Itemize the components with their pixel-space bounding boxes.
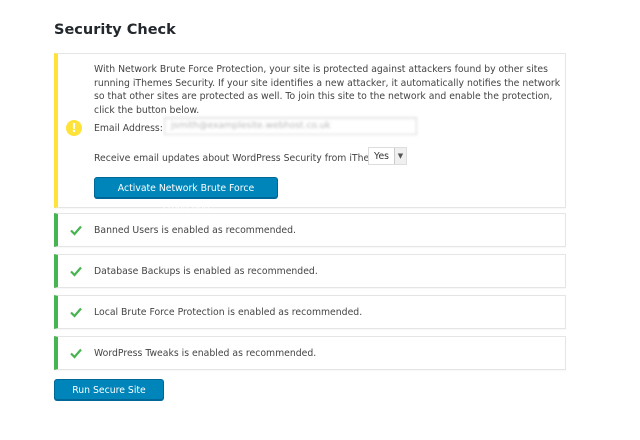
checkmark-icon <box>70 266 82 277</box>
chevron-down-icon: ▼ <box>394 148 406 164</box>
network-brute-force-card: ! With Network Brute Force Protection, y… <box>54 53 566 213</box>
checkmark-icon <box>70 225 82 236</box>
check-card-wordpress-tweaks: WordPress Tweaks is enabled as recommend… <box>54 336 566 370</box>
activate-network-brute-force-button[interactable]: Activate Network Brute Force Protection <box>94 177 278 213</box>
checkmark-icon <box>70 307 82 318</box>
check-card-local-brute-force: Local Brute Force Protection is enabled … <box>54 295 566 329</box>
network-brute-force-description: With Network Brute Force Protection, you… <box>94 64 561 116</box>
page-title: Security Check <box>54 22 176 38</box>
check-card-banned-users: Banned Users is enabled as recommended. <box>54 213 566 247</box>
check-text: Local Brute Force Protection is enabled … <box>94 307 363 318</box>
security-check-page: Security Check ! With Network Brute Forc… <box>0 0 640 440</box>
check-card-database-backups: Database Backups is enabled as recommend… <box>54 254 566 288</box>
email-updates-select[interactable]: Yes ▼ <box>368 147 407 165</box>
email-updates-label: Receive email updates about WordPress Se… <box>94 153 392 164</box>
email-field[interactable] <box>164 117 417 135</box>
checkmark-icon <box>70 348 82 359</box>
run-secure-site-again-button[interactable]: Run Secure Site Again <box>54 379 164 415</box>
email-label: Email Address: <box>94 123 163 134</box>
check-text: WordPress Tweaks is enabled as recommend… <box>94 348 317 359</box>
email-updates-selected-value: Yes <box>374 151 390 162</box>
check-text: Banned Users is enabled as recommended. <box>94 225 297 236</box>
check-text: Database Backups is enabled as recommend… <box>94 266 318 277</box>
exclamation-circle-icon: ! <box>66 120 82 136</box>
